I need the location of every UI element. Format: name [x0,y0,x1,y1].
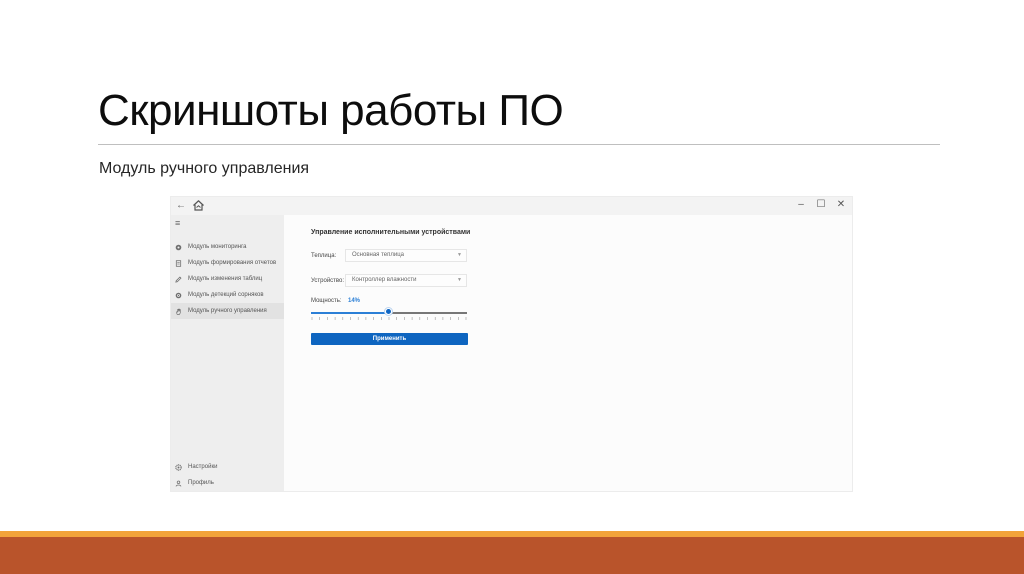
apply-button[interactable]: Применить [311,333,468,345]
chevron-down-icon: ▼ [457,252,462,258]
sidebar-item-weed-detection[interactable]: Модуль детекций сорняков [171,287,284,303]
greenhouse-select[interactable]: Основная теплица ▼ [345,249,467,262]
sidebar-item-label: Модуль изменения таблиц [188,276,263,282]
section-title: Управление исполнительными устройствами [311,229,471,236]
back-button[interactable]: ← [175,199,187,213]
window-controls: – ☐ ✕ [796,198,846,212]
sidebar: ≡ Модуль мониторинга Модуль формирования… [171,215,284,491]
power-label: Мощность: [311,298,342,304]
house-logo-icon [193,200,204,211]
sidebar-item-monitoring[interactable]: Модуль мониторинга [171,239,284,255]
hand-icon [176,308,181,315]
sidebar-item-label: Модуль ручного управления [188,308,267,314]
manual-control-panel: Управление исполнительными устройствами … [284,215,852,491]
power-slider-fill [311,312,389,314]
app-window-screenshot: ← – ☐ ✕ ≡ Модуль мониторинга Модуль форм… [170,196,853,492]
gear-icon [175,463,182,471]
sidebar-item-tables[interactable]: Модуль изменения таблиц [171,271,284,287]
close-button[interactable]: ✕ [836,198,846,212]
slide-title: Скриншоты работы ПО [98,86,564,135]
power-slider-ticks [311,317,467,320]
sidebar-nav: Модуль мониторинга Модуль формирования о… [171,239,284,319]
device-label: Устройство: [311,278,345,284]
eye-icon [175,244,182,250]
sidebar-item-reports[interactable]: Модуль формирования отчетов [171,255,284,271]
sidebar-bottom-nav: Настройки Профиль [171,459,284,491]
hamburger-menu-icon[interactable]: ≡ [175,218,180,228]
power-value: 14% [348,298,361,304]
minimize-button[interactable]: – [796,198,806,212]
sidebar-item-manual-control[interactable]: Модуль ручного управления [171,303,284,319]
slide-subtitle: Модуль ручного управления [99,160,310,177]
power-slider-thumb[interactable] [385,308,392,315]
greenhouse-label: Теплица: [311,253,337,259]
sidebar-item-label: Модуль формирования отчетов [188,260,277,266]
device-select-value: Контроллер влажности [352,277,417,283]
sidebar-item-label: Настройки [188,464,218,470]
person-icon [175,480,182,487]
device-select[interactable]: Контроллер влажности ▼ [345,274,467,287]
maximize-button[interactable]: ☐ [816,198,826,212]
greenhouse-select-value: Основная теплица [352,252,404,258]
sidebar-item-label: Модуль детекций сорняков [188,292,264,298]
target-icon [175,292,182,298]
sidebar-item-profile[interactable]: Профиль [171,475,284,491]
sidebar-item-settings[interactable]: Настройки [171,459,284,475]
sidebar-item-label: Модуль мониторинга [188,244,247,250]
document-icon [175,259,182,267]
window-titlebar: ← – ☐ ✕ [171,197,852,215]
footer-bar [0,537,1024,574]
sidebar-item-label: Профиль [188,480,214,486]
title-divider [98,144,940,145]
chevron-down-icon: ▼ [457,277,462,283]
pencil-icon [175,275,182,283]
